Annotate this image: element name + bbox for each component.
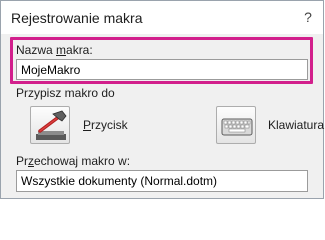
record-macro-dialog: Rejestrowanie makra ? Nazwa makra: MojeM… — [0, 0, 324, 199]
macro-name-label: Nazwa makra: — [16, 43, 93, 57]
title-bar: Rejestrowanie makra ? — [1, 1, 323, 34]
assign-macro-label: Przypisz makro do — [16, 86, 115, 100]
assign-to-keyboard-label: Klawiatura — [268, 118, 325, 132]
assign-to-button-label: Przycisk — [83, 118, 128, 132]
assign-to-button-button[interactable] — [30, 106, 70, 144]
store-macro-select[interactable]: Wszystkie dokumenty (Normal.dotm) — [16, 170, 308, 192]
store-macro-label: Przechowaj makro w: — [16, 154, 131, 168]
hammer-icon — [36, 110, 67, 140]
help-button[interactable]: ? — [301, 10, 315, 24]
dialog-title: Rejestrowanie makra — [11, 10, 143, 26]
keyboard-icon — [221, 118, 253, 136]
assign-to-keyboard-button[interactable] — [216, 106, 256, 144]
macro-name-input[interactable]: MojeMakro — [16, 59, 308, 80]
